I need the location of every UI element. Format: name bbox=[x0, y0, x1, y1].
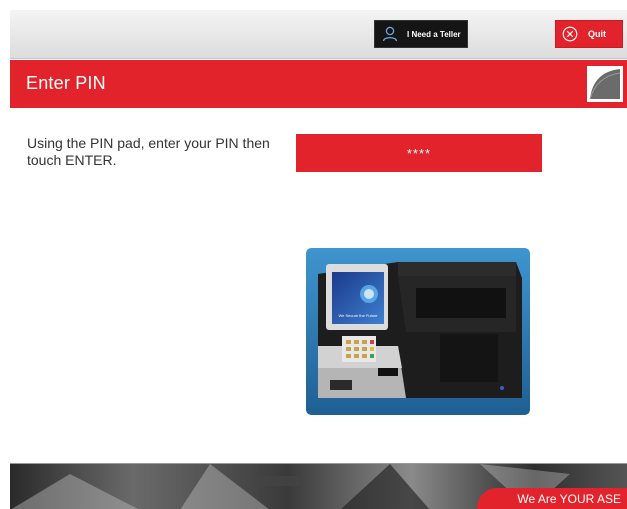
page-title: Enter PIN bbox=[26, 73, 106, 93]
footer-banner: We Are YOUR ASE bbox=[10, 463, 627, 509]
instruction-text: Using the PIN pad, enter your PIN then t… bbox=[27, 135, 270, 168]
kiosk-frame: I Need a Teller Quit Enter PIN Using the… bbox=[10, 10, 627, 509]
teller-button-label: I Need a Teller bbox=[407, 29, 461, 39]
top-bar: I Need a Teller Quit bbox=[10, 10, 627, 59]
title-bar: Enter PIN bbox=[10, 60, 627, 108]
quit-button[interactable]: Quit bbox=[555, 20, 623, 48]
quit-button-label: Quit bbox=[588, 29, 606, 39]
close-circle-icon bbox=[561, 25, 579, 43]
teller-button[interactable]: I Need a Teller bbox=[374, 20, 468, 48]
pin-display-field: **** bbox=[296, 134, 542, 172]
pin-pad-device-image: We Secure the Future bbox=[306, 248, 530, 415]
brand-logo bbox=[587, 66, 623, 102]
person-icon bbox=[379, 23, 401, 45]
device-screen-caption: We Secure the Future bbox=[338, 313, 378, 318]
footer-tagline: We Are YOUR ASE bbox=[477, 488, 627, 509]
